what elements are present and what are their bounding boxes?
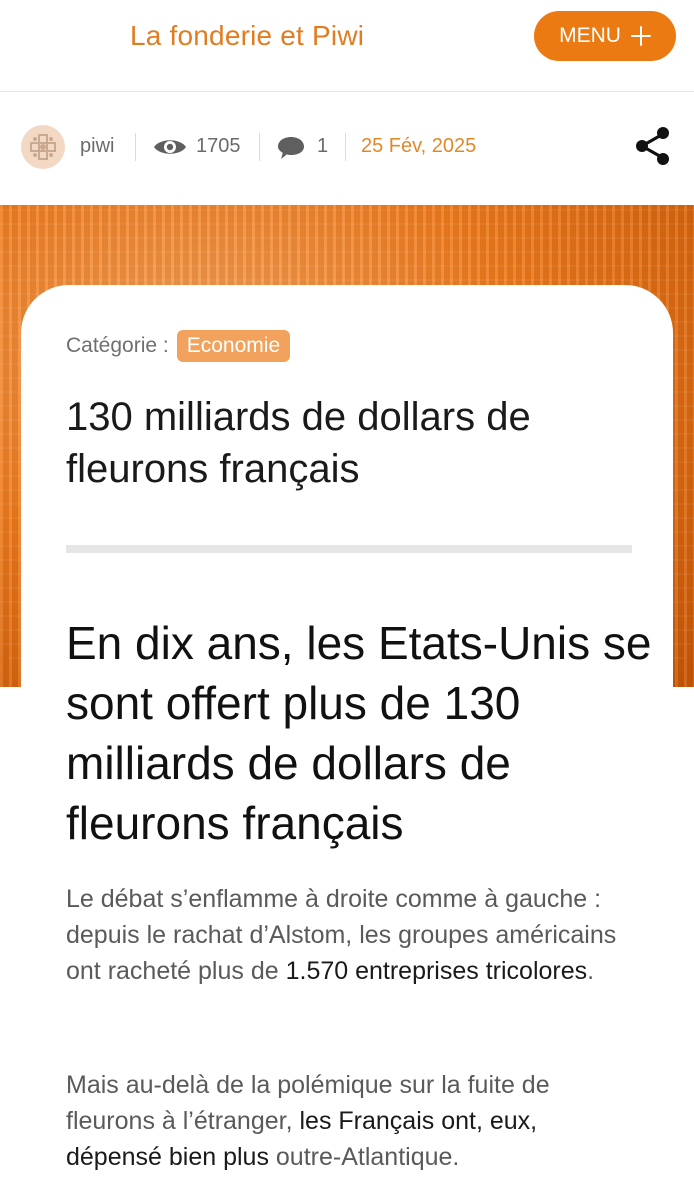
avatar[interactable]: [21, 125, 65, 169]
title-divider: [66, 545, 632, 553]
menu-button[interactable]: MENU: [534, 11, 676, 61]
meta-divider: [259, 133, 260, 161]
article-title: 130 milliards de dollars de fleurons fra…: [66, 395, 531, 491]
article-headline: En dix ans, les Etats-Unis se sont offer…: [66, 617, 652, 849]
site-title[interactable]: La fonderie et Piwi: [130, 20, 364, 52]
article-paragraph: Mais au-delà de la polémique sur la fuit…: [66, 1067, 626, 1175]
article-card: Catégorie : Economie 130 milliards de do…: [21, 285, 673, 1200]
paragraph-emphasis: 1.570 entreprises tricolores: [285, 957, 588, 985]
category-badge[interactable]: Economie: [176, 330, 291, 362]
avatar-icon: [30, 134, 56, 160]
share-icon[interactable]: [634, 126, 672, 166]
category-label: Catégorie :: [66, 334, 169, 357]
article-meta-bar: piwi 1705 1 25 Fév, 2025: [0, 93, 694, 205]
meta-divider: [345, 133, 346, 161]
paragraph-text: outre-Atlantique.: [268, 1143, 460, 1171]
paragraph-text: .: [587, 957, 595, 985]
category-row: Catégorie : Economie: [66, 330, 291, 362]
top-bar: La fonderie et Piwi MENU: [0, 0, 694, 92]
comment-icon: [278, 137, 304, 159]
comment-count[interactable]: 1: [317, 135, 328, 158]
view-count: 1705: [196, 135, 241, 157]
meta-divider: [135, 133, 136, 161]
article-paragraph: Le débat s’enflamme à droite comme à gau…: [66, 881, 626, 989]
author-name[interactable]: piwi: [80, 135, 114, 158]
plus-icon: [630, 26, 651, 46]
publish-date: 25 Fév, 2025: [361, 135, 477, 157]
eye-icon: [154, 140, 186, 154]
menu-label: MENU: [559, 24, 621, 47]
